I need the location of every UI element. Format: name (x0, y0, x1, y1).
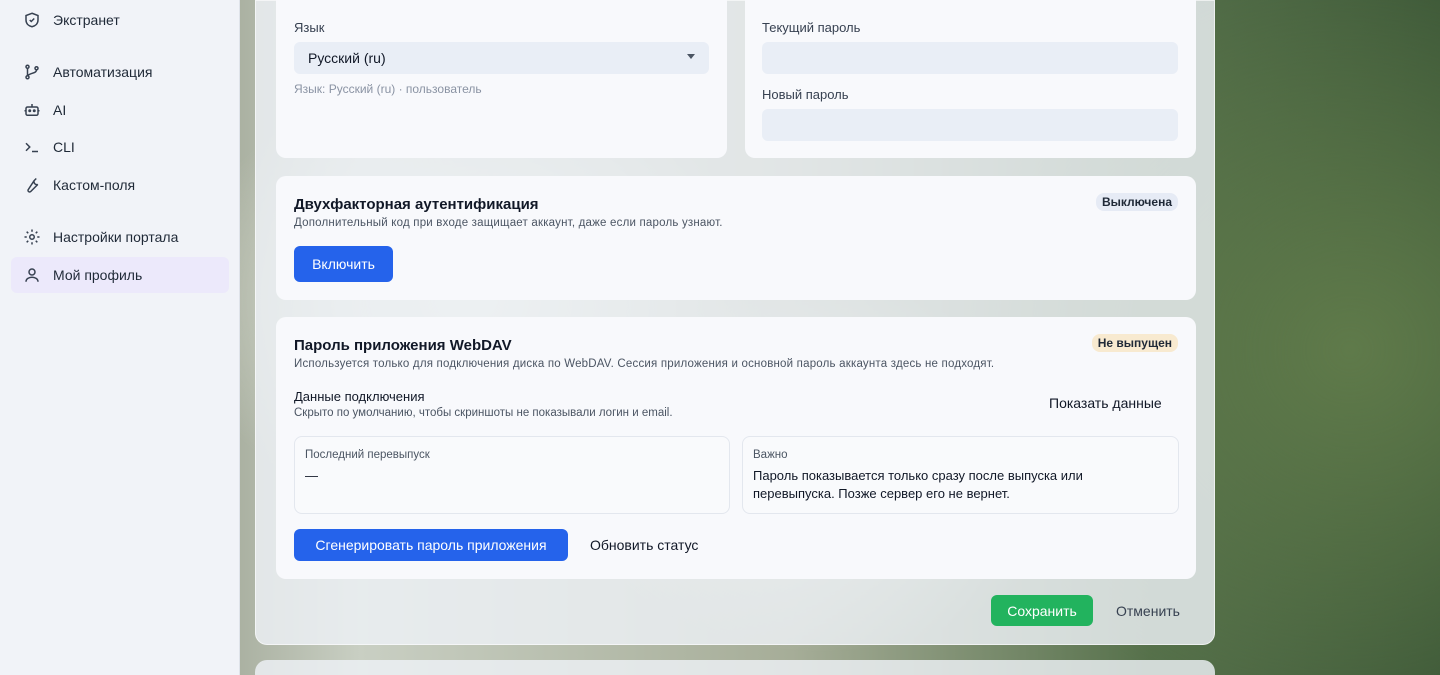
connection-data-title: Данные подключения (294, 389, 425, 404)
important-value: Пароль показывается только сразу после в… (753, 468, 1083, 501)
language-card: Язык Русский (ru) Язык: Русский (ru) · п… (276, 0, 727, 158)
sidebar-item-label: Мой профиль (53, 267, 143, 283)
git-branch-icon (23, 63, 41, 81)
sidebar-item-custom-fields[interactable]: Кастом-поля (11, 167, 229, 203)
webdav-description: Используется только для подключения диск… (294, 358, 995, 370)
new-password-label: Новый пароль (762, 87, 849, 102)
chevron-down-icon (687, 54, 695, 59)
language-selected-value: Русский (ru) (308, 50, 386, 66)
sidebar-item-label: Экстранет (53, 12, 120, 28)
generate-app-password-button[interactable]: Сгенерировать пароль приложения (294, 529, 568, 561)
two-factor-card: Двухфакторная аутентификация Дополнитель… (276, 176, 1196, 300)
sidebar: Экстранет Автоматизация AI CLI Кастом-по… (0, 0, 240, 675)
language-label: Язык (294, 20, 325, 35)
profile-panel: Язык Русский (ru) Язык: Русский (ru) · п… (255, 0, 1215, 645)
robot-icon (23, 101, 41, 119)
sidebar-item-label: AI (53, 102, 67, 118)
cancel-button[interactable]: Отменить (1106, 595, 1190, 626)
sidebar-item-portal-settings[interactable]: Настройки портала (11, 219, 229, 255)
two-factor-title: Двухфакторная аутентификация (294, 196, 539, 213)
sidebar-item-label: CLI (53, 139, 75, 155)
important-label: Важно (753, 449, 788, 461)
connection-data-description: Скрыто по умолчанию, чтобы скриншоты не … (294, 407, 673, 419)
language-select[interactable]: Русский (ru) (294, 42, 709, 74)
important-box: Важно Пароль показывается только сразу п… (742, 436, 1179, 514)
two-factor-status-badge: Выключена (1095, 193, 1178, 211)
last-reissue-box: Последний перевыпуск — (294, 436, 730, 514)
webdav-status-badge: Не выпущен (1091, 334, 1178, 352)
new-password-input[interactable] (762, 109, 1178, 141)
user-icon (23, 266, 41, 284)
webdav-card: Пароль приложения WebDAV Используется то… (276, 317, 1196, 579)
show-data-button[interactable]: Показать данные (1049, 395, 1162, 411)
sidebar-item-label: Кастом-поля (53, 177, 136, 193)
shield-icon (23, 11, 41, 29)
sidebar-item-ai[interactable]: AI (11, 92, 229, 128)
last-reissue-value: — (305, 468, 318, 483)
refresh-status-button[interactable]: Обновить статус (590, 537, 698, 553)
sidebar-item-extranet[interactable]: Экстранет (11, 2, 229, 38)
sidebar-item-automation[interactable]: Автоматизация (11, 54, 229, 90)
sidebar-item-label: Настройки портала (53, 229, 179, 245)
sidebar-item-label: Автоматизация (53, 64, 153, 80)
webdav-title: Пароль приложения WebDAV (294, 337, 512, 354)
wrench-icon (23, 176, 41, 194)
next-panel (255, 660, 1215, 675)
gear-icon (23, 228, 41, 246)
enable-two-factor-button[interactable]: Включить (294, 246, 393, 282)
sidebar-item-cli[interactable]: CLI (11, 129, 229, 165)
password-card: Текущий пароль Новый пароль (745, 0, 1196, 158)
save-button[interactable]: Сохранить (991, 595, 1093, 626)
current-password-label: Текущий пароль (762, 20, 861, 35)
terminal-icon (23, 138, 41, 156)
current-password-input[interactable] (762, 42, 1178, 74)
sidebar-item-my-profile[interactable]: Мой профиль (11, 257, 229, 293)
last-reissue-label: Последний перевыпуск (305, 449, 430, 461)
two-factor-description: Дополнительный код при входе защищает ак… (294, 217, 723, 229)
language-hint: Язык: Русский (ru) · пользователь (294, 82, 482, 96)
